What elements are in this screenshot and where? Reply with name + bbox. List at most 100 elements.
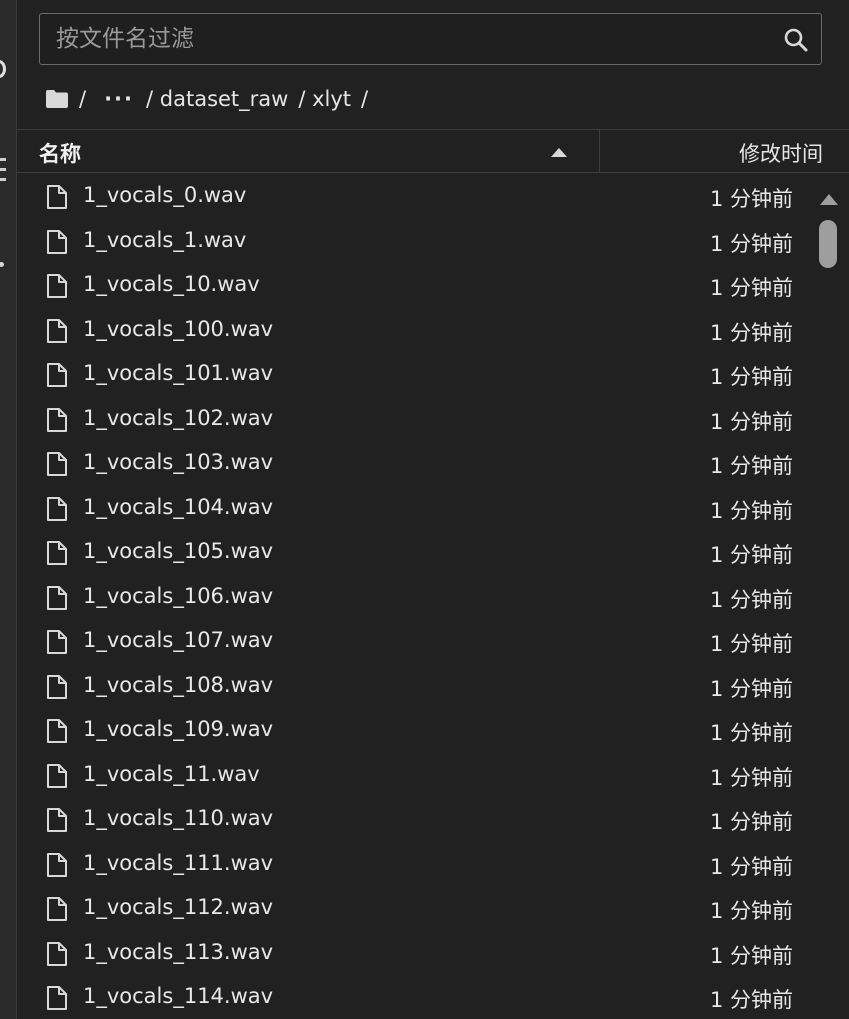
file-row[interactable]: 1_vocals_112.wav 1 分钟前: [17, 886, 815, 931]
file-icon: [47, 763, 67, 788]
file-icon: [47, 274, 67, 298]
file-row[interactable]: 1_vocals_11.wav 1 分钟前: [17, 753, 815, 798]
file-row[interactable]: 1_vocals_10.wav 1 分钟前: [17, 263, 815, 308]
file-row[interactable]: 1_vocals_100.wav 1 分钟前: [17, 308, 815, 353]
file-name: 1_vocals_107.wav: [83, 628, 274, 652]
file-row[interactable]: 1_vocals_113.wav 1 分钟前: [17, 931, 815, 976]
activity-circle-icon[interactable]: [0, 60, 6, 78]
scrollbar-thumb[interactable]: [819, 220, 837, 268]
filter-input[interactable]: [40, 14, 786, 64]
file-modified-time: 1 分钟前: [709, 676, 793, 701]
file-icon: [47, 852, 67, 877]
file-row[interactable]: 1_vocals_104.wav 1 分钟前: [17, 486, 815, 531]
file-modified-time: 1 分钟前: [709, 721, 793, 745]
column-header-name-label: 名称: [39, 142, 81, 166]
file-name: 1_vocals_0.wav: [83, 183, 247, 207]
file-modified-time: 1 分钟前: [709, 632, 793, 656]
file-modified-time: 1 分钟前: [709, 320, 793, 345]
search-icon[interactable]: [783, 27, 809, 53]
activity-list-icon[interactable]: [0, 158, 6, 188]
file-icon: [47, 229, 67, 254]
file-modified-time: 1 分钟前: [709, 276, 793, 300]
file-row[interactable]: 1_vocals_107.wav 1 分钟前: [17, 619, 815, 664]
file-list: 1_vocals_0.wav 1 分钟前 1_vocals_1.wav 1 分钟前 1_…: [17, 174, 815, 1019]
file-row[interactable]: 1_vocals_1.wav 1 分钟前: [17, 219, 815, 264]
file-row[interactable]: 1_vocals_109.wav 1 分钟前: [17, 708, 815, 753]
file-row[interactable]: 1_vocals_106.wav 1 分钟前: [17, 575, 815, 620]
left-activity-strip: [0, 0, 17, 1019]
file-modified-time: 1 分钟前: [709, 899, 793, 923]
file-name: 1_vocals_10.wav: [83, 272, 260, 296]
file-row[interactable]: 1_vocals_105.wav 1 分钟前: [17, 530, 815, 575]
filter-box: [39, 13, 822, 65]
column-header-name[interactable]: 名称: [17, 130, 600, 172]
file-icon: [47, 719, 67, 743]
file-modified-time: 1 分钟前: [709, 543, 793, 567]
file-icon: [47, 452, 67, 476]
folder-icon[interactable]: [45, 89, 69, 109]
file-row[interactable]: 1_vocals_111.wav 1 分钟前: [17, 842, 815, 887]
file-row[interactable]: 1_vocals_103.wav 1 分钟前: [17, 441, 815, 486]
file-icon: [47, 318, 67, 343]
file-row[interactable]: 1_vocals_0.wav 1 分钟前: [17, 174, 815, 219]
file-icon: [47, 407, 67, 432]
breadcrumb: / ··· / dataset_raw / xlyt /: [45, 82, 370, 116]
file-icon: [47, 363, 67, 387]
file-name: 1_vocals_108.wav: [83, 672, 274, 697]
file-icon: [47, 630, 67, 654]
file-icon: [47, 941, 67, 966]
breadcrumb-item-dataset-raw[interactable]: / dataset_raw: [146, 87, 288, 111]
file-name: 1_vocals_102.wav: [83, 405, 274, 430]
file-name: 1_vocals_100.wav: [83, 316, 274, 341]
file-modified-time: 1 分钟前: [709, 765, 793, 790]
file-modified-time: 1 分钟前: [709, 409, 793, 434]
scrollbar[interactable]: [815, 174, 843, 1019]
file-name: 1_vocals_114.wav: [83, 984, 274, 1008]
file-name: 1_vocals_106.wav: [83, 583, 274, 608]
file-modified-time: 1 分钟前: [709, 988, 793, 1012]
activity-dot-icon: [0, 262, 4, 267]
file-icon: [47, 897, 67, 921]
file-name: 1_vocals_104.wav: [83, 494, 274, 519]
file-modified-time: 1 分钟前: [709, 810, 793, 834]
breadcrumb-item-xlyt[interactable]: / xlyt: [298, 87, 351, 111]
file-modified-time: 1 分钟前: [709, 454, 793, 478]
file-browser-panel: / ··· / dataset_raw / xlyt / 名称 修改时间 1_v…: [0, 0, 849, 1019]
breadcrumb-root-separator: /: [79, 87, 87, 111]
file-icon: [47, 674, 67, 699]
file-row[interactable]: 1_vocals_108.wav 1 分钟前: [17, 664, 815, 709]
file-row[interactable]: 1_vocals_102.wav 1 分钟前: [17, 397, 815, 442]
file-name: 1_vocals_101.wav: [83, 361, 274, 385]
file-name: 1_vocals_111.wav: [83, 850, 274, 875]
file-modified-time: 1 分钟前: [709, 587, 793, 612]
file-name: 1_vocals_110.wav: [83, 806, 274, 830]
breadcrumb-ellipsis[interactable]: ···: [104, 87, 134, 111]
file-modified-time: 1 分钟前: [709, 231, 793, 256]
file-name: 1_vocals_1.wav: [83, 227, 247, 252]
file-name: 1_vocals_113.wav: [83, 939, 274, 964]
file-modified-time: 1 分钟前: [709, 365, 793, 389]
file-icon: [47, 496, 67, 521]
breadcrumb-trailing-separator: /: [361, 87, 369, 111]
file-modified-time: 1 分钟前: [709, 187, 793, 211]
file-row[interactable]: 1_vocals_110.wav 1 分钟前: [17, 797, 815, 842]
file-icon: [47, 808, 67, 832]
file-icon: [47, 541, 67, 565]
file-name: 1_vocals_11.wav: [83, 761, 260, 786]
file-icon: [47, 585, 67, 610]
file-name: 1_vocals_103.wav: [83, 450, 274, 474]
file-modified-time: 1 分钟前: [709, 854, 793, 879]
file-modified-time: 1 分钟前: [709, 498, 793, 523]
file-icon: [47, 986, 67, 1010]
file-row[interactable]: 1_vocals_101.wav 1 分钟前: [17, 352, 815, 397]
file-name: 1_vocals_112.wav: [83, 895, 274, 919]
file-icon: [47, 185, 67, 209]
column-header-modified[interactable]: 修改时间: [739, 138, 823, 168]
scroll-up-arrow-icon[interactable]: [819, 192, 839, 206]
file-name: 1_vocals_109.wav: [83, 717, 274, 741]
file-modified-time: 1 分钟前: [709, 943, 793, 968]
file-row[interactable]: 1_vocals_114.wav 1 分钟前: [17, 975, 815, 1019]
file-list-header: 名称 修改时间: [17, 129, 849, 173]
sort-ascending-icon: [551, 148, 567, 157]
file-name: 1_vocals_105.wav: [83, 539, 274, 563]
